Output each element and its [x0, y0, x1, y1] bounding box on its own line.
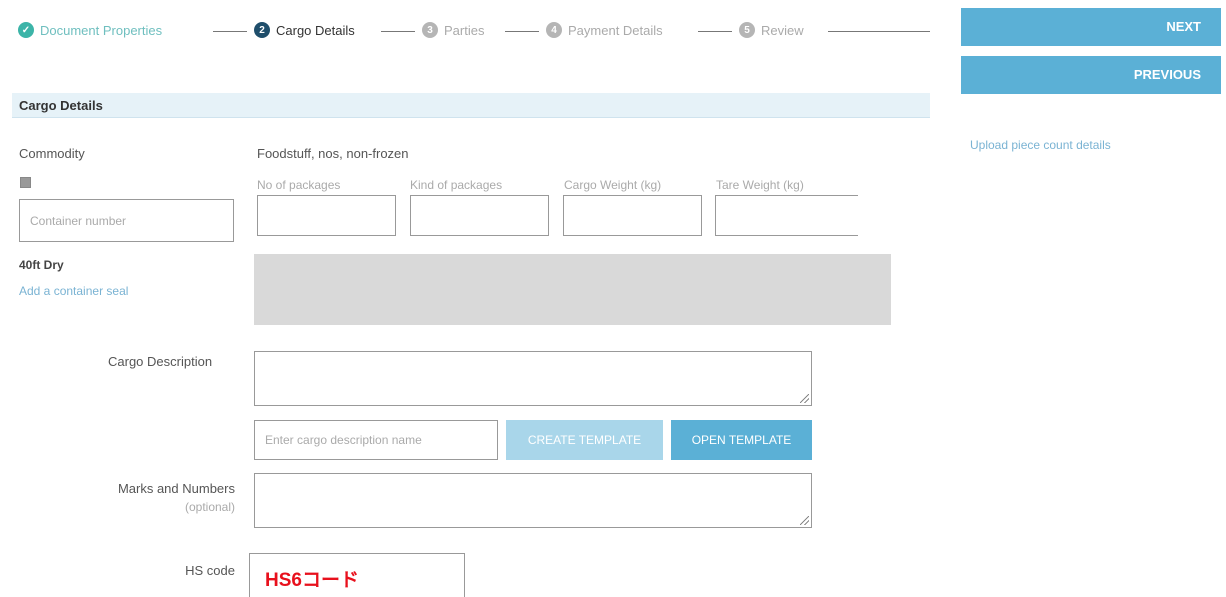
step-number: 2	[254, 22, 270, 38]
check-icon: ✓	[18, 22, 34, 38]
step-label: Document Properties	[40, 22, 163, 38]
cargo-weight-label: Cargo Weight (kg)	[564, 178, 662, 192]
add-container-seal-link[interactable]: Add a container seal	[19, 284, 128, 298]
hs-code-input[interactable]: HS6コード	[249, 553, 465, 597]
open-template-button[interactable]: OPEN TEMPLATE	[671, 420, 812, 460]
step-separator	[381, 31, 415, 32]
commodity-value: Foodstuff, nos, non-frozen	[257, 146, 409, 161]
cargo-description-textarea[interactable]	[254, 351, 812, 406]
section-header: Cargo Details	[12, 93, 930, 118]
step-number: 5	[739, 22, 755, 38]
container-checkbox[interactable]	[20, 177, 31, 188]
kind-of-packages-input[interactable]	[410, 195, 549, 236]
step-number: 3	[422, 22, 438, 38]
step-review[interactable]: 5 Review	[739, 22, 804, 38]
optional-label: (optional)	[184, 500, 235, 514]
kind-of-packages-label: Kind of packages	[410, 178, 503, 192]
container-number-input[interactable]: Container number	[19, 199, 234, 242]
step-payment-details[interactable]: 4 Payment Details	[546, 22, 663, 38]
step-cargo-details[interactable]: 2 Cargo Details	[254, 22, 355, 38]
step-document-properties[interactable]: ✓ Document Properties	[18, 22, 162, 38]
tare-weight-label: Tare Weight (kg)	[716, 178, 804, 192]
step-separator	[505, 31, 539, 32]
step-separator	[213, 31, 247, 32]
step-number: 4	[546, 22, 562, 38]
step-parties[interactable]: 3 Parties	[422, 22, 484, 38]
next-button[interactable]: NEXT	[961, 8, 1221, 46]
commodity-label: Commodity	[19, 146, 85, 161]
cargo-description-name-input[interactable]: Enter cargo description name	[254, 420, 498, 460]
step-label: Cargo Details	[276, 22, 355, 38]
container-type: 40ft Dry	[19, 258, 64, 272]
step-separator	[828, 31, 930, 32]
marks-and-numbers-label: Marks and Numbers	[117, 481, 235, 496]
step-label: Review	[761, 22, 804, 38]
no-of-packages-input[interactable]	[257, 195, 396, 236]
step-label: Parties	[444, 22, 485, 38]
resize-handle-icon[interactable]	[800, 394, 809, 403]
container-detail-panel	[254, 254, 891, 325]
hs-code-annotation: HS6コード	[265, 570, 359, 591]
marks-and-numbers-textarea[interactable]	[254, 473, 812, 528]
step-separator	[698, 31, 732, 32]
cargo-description-label: Cargo Description	[108, 354, 213, 369]
previous-button[interactable]: PREVIOUS	[961, 56, 1221, 94]
tare-weight-input[interactable]	[715, 195, 858, 236]
no-of-packages-label: No of packages	[257, 178, 341, 192]
create-template-button[interactable]: CREATE TEMPLATE	[506, 420, 663, 460]
section-title: Cargo Details	[19, 98, 103, 113]
upload-piece-count-link[interactable]: Upload piece count details	[970, 138, 1111, 152]
hs-code-label: HS code	[185, 563, 235, 578]
cargo-weight-input[interactable]	[563, 195, 702, 236]
resize-handle-icon[interactable]	[800, 516, 809, 525]
step-label: Payment Details	[568, 22, 663, 38]
